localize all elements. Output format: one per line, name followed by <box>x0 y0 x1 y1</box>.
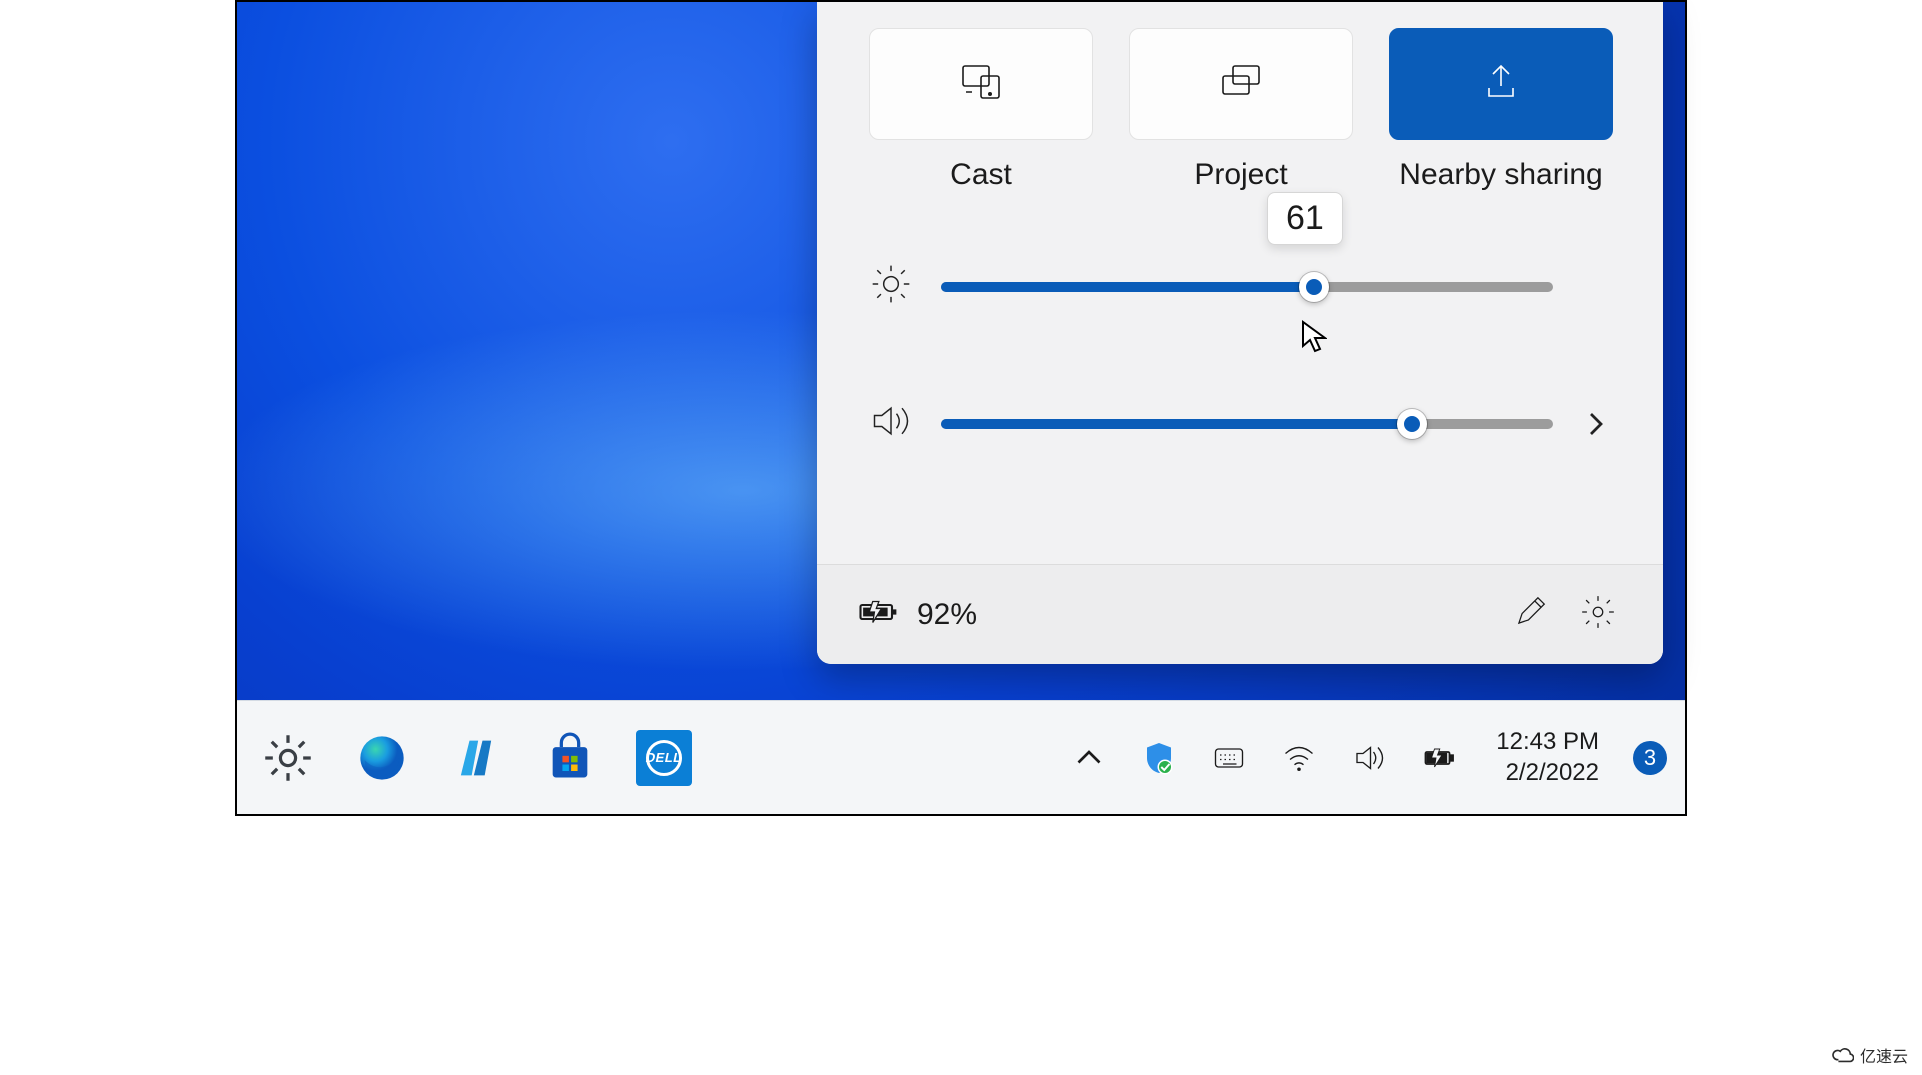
watermark: 亿速云 <box>1824 1041 1916 1069</box>
volume-output-chevron-icon[interactable] <box>1581 409 1611 439</box>
tray-keyboard-icon[interactable] <box>1208 737 1250 779</box>
quick-tile-project-label: Project <box>1194 158 1287 192</box>
volume-slider[interactable] <box>941 419 1553 429</box>
taskbar-azure-app[interactable] <box>443 725 509 791</box>
tray-battery-icon[interactable] <box>1418 737 1460 779</box>
notification-count-badge[interactable]: 3 <box>1633 741 1667 775</box>
quick-tile-nearby-sharing[interactable] <box>1389 28 1613 140</box>
tray-overflow-chevron-icon[interactable] <box>1068 737 1110 779</box>
tray-security-icon[interactable] <box>1138 737 1180 779</box>
edit-quick-settings-button[interactable] <box>1505 587 1555 642</box>
brightness-slider[interactable] <box>941 282 1553 292</box>
taskbar: DELL <box>237 700 1685 814</box>
quick-tile-cast-label: Cast <box>950 158 1012 192</box>
tray-wifi-icon[interactable] <box>1278 737 1320 779</box>
quick-settings-panel: Cast Project <box>817 2 1663 664</box>
brightness-slider-thumb[interactable] <box>1299 272 1329 302</box>
taskbar-settings-app[interactable] <box>255 725 321 791</box>
settings-button[interactable] <box>1573 587 1623 642</box>
brightness-icon <box>869 262 913 311</box>
cast-icon <box>957 58 1005 111</box>
quick-settings-footer: 92% <box>817 564 1663 664</box>
brightness-tooltip: 61 <box>1267 192 1343 245</box>
quick-tile-nearby-label: Nearby sharing <box>1399 158 1602 192</box>
clock-time: 12:43 PM <box>1496 727 1599 758</box>
tray-volume-icon[interactable] <box>1348 737 1390 779</box>
clock-date: 2/2/2022 <box>1506 758 1599 789</box>
taskbar-dell-app[interactable]: DELL <box>631 725 697 791</box>
share-icon <box>1477 58 1525 111</box>
volume-slider-thumb[interactable] <box>1397 409 1427 439</box>
quick-tile-project[interactable] <box>1129 28 1353 140</box>
battery-text: 92% <box>917 598 977 632</box>
volume-icon <box>869 399 913 448</box>
taskbar-store-app[interactable] <box>537 725 603 791</box>
taskbar-clock[interactable]: 12:43 PM 2/2/2022 <box>1496 727 1599 788</box>
taskbar-edge-app[interactable] <box>349 725 415 791</box>
project-icon <box>1217 58 1265 111</box>
battery-icon <box>857 591 899 638</box>
quick-tile-cast[interactable] <box>869 28 1093 140</box>
